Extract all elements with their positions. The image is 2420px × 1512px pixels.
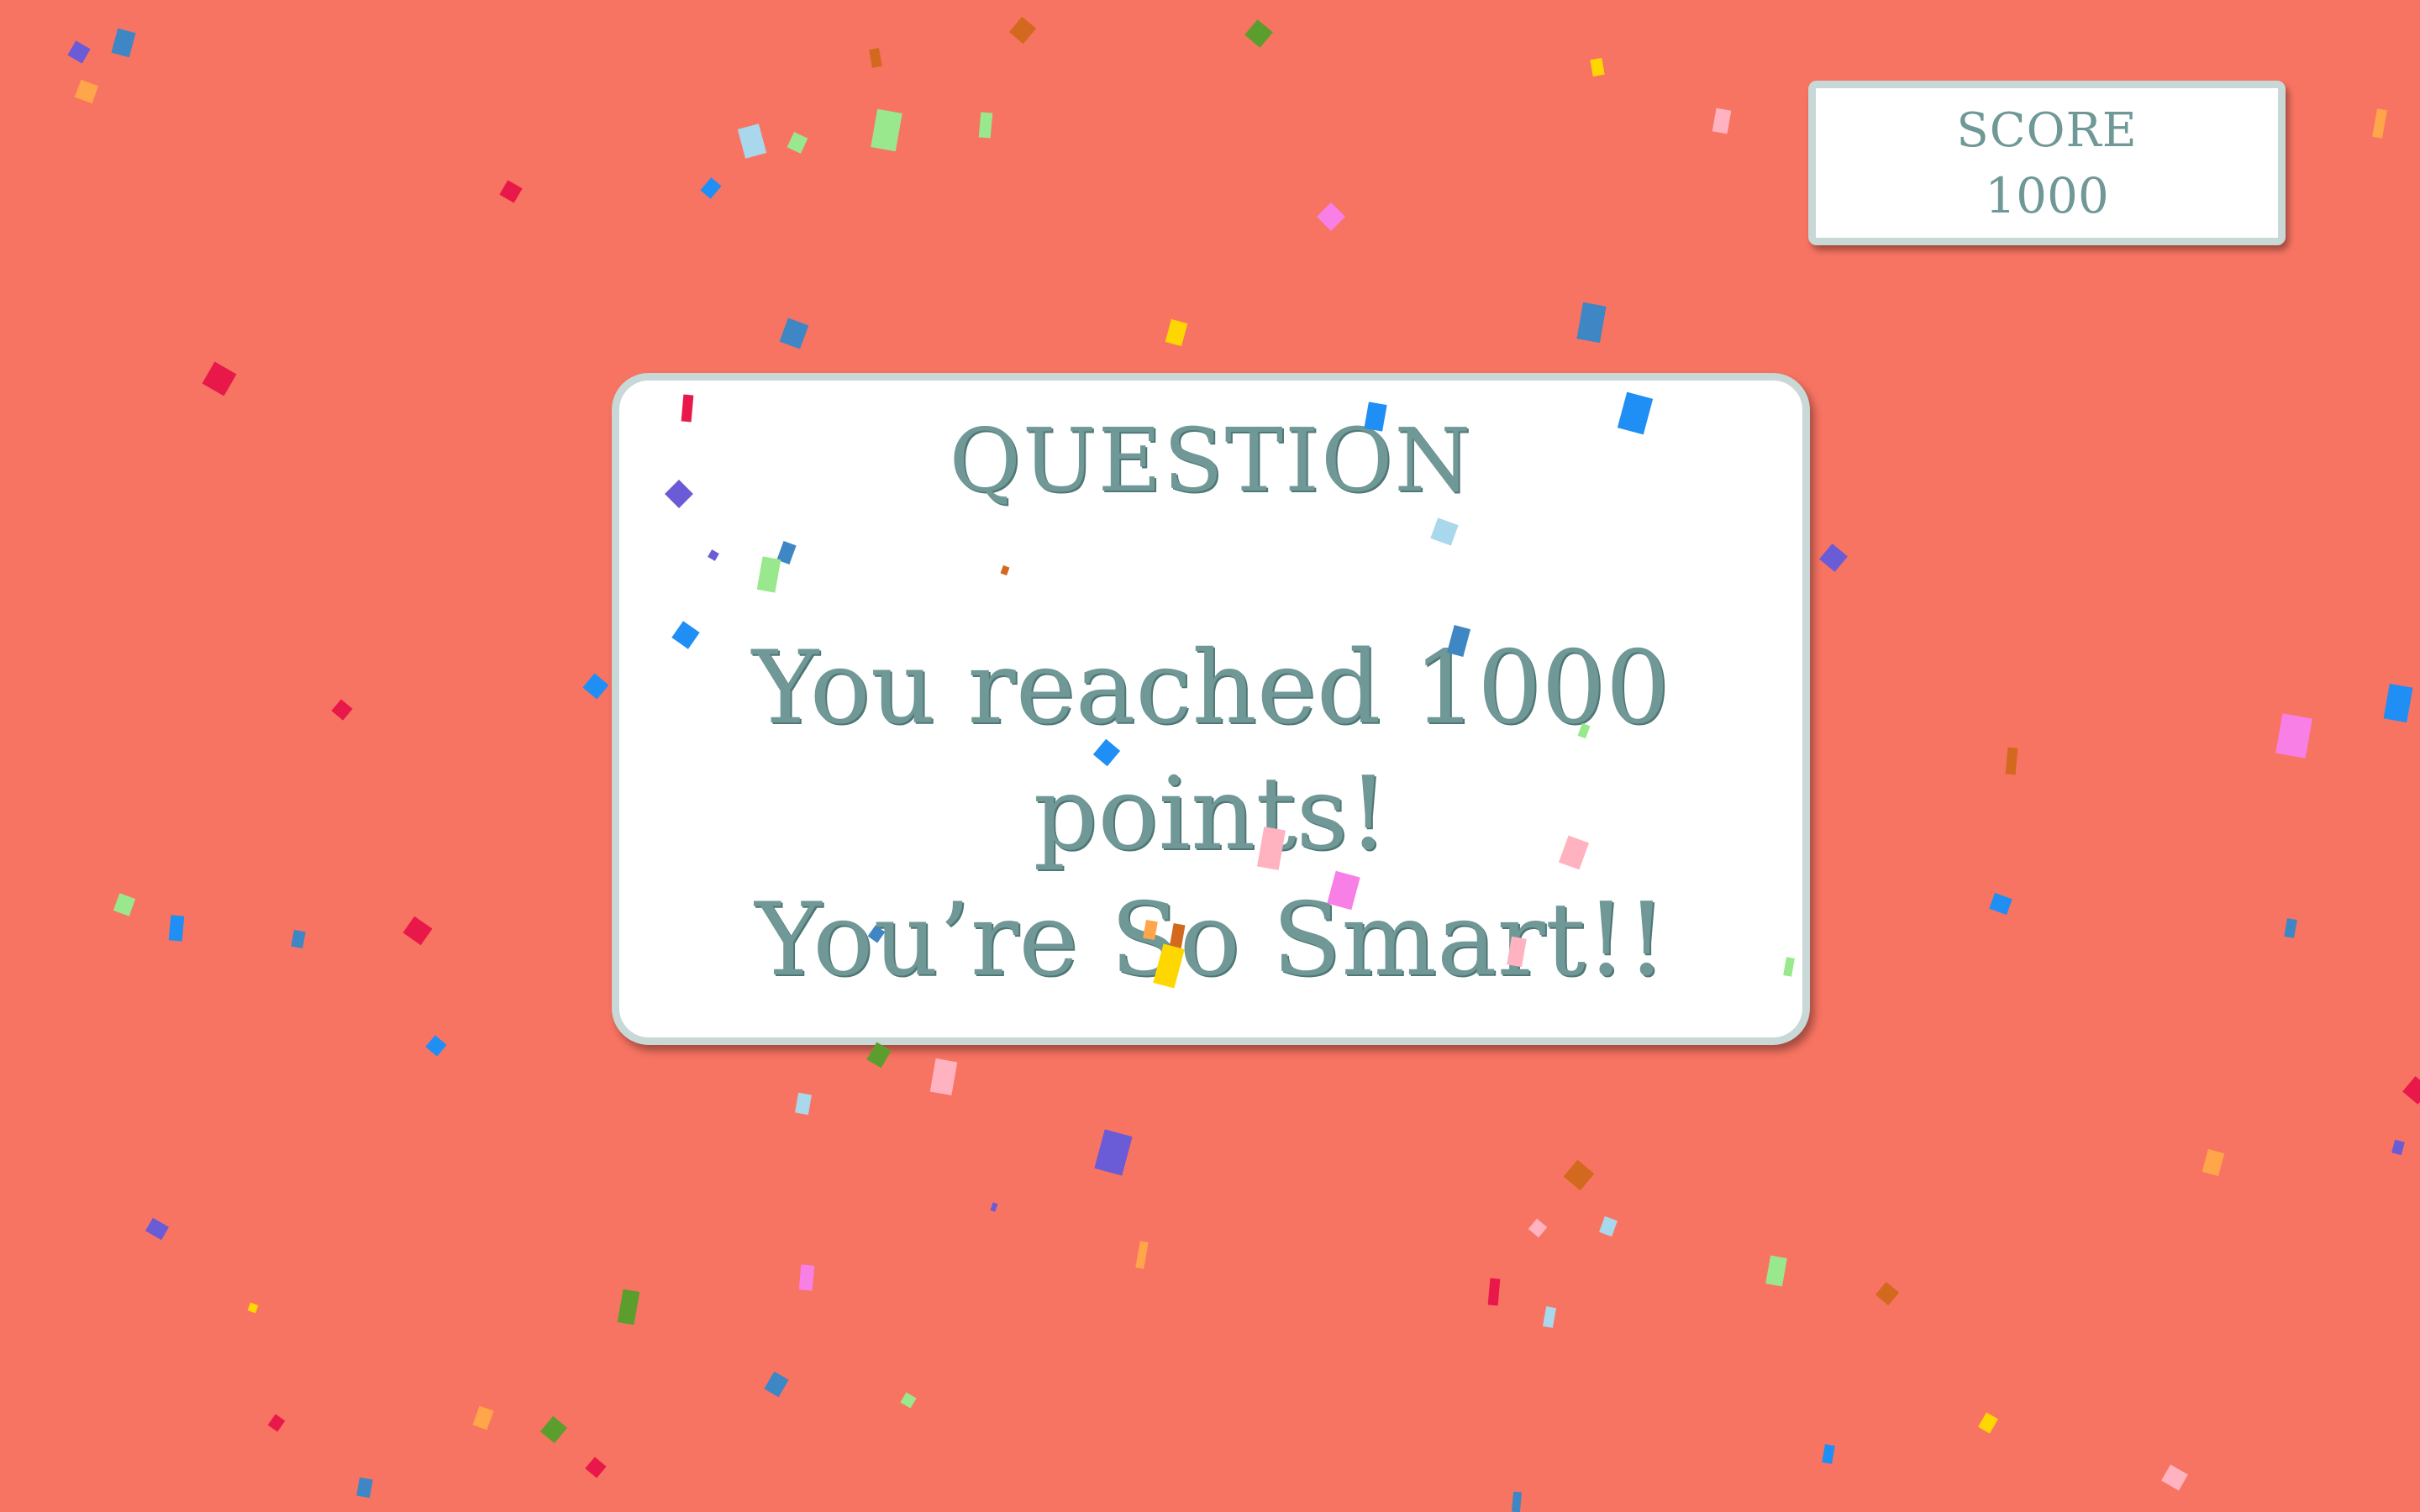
confetti-piece [425, 1035, 447, 1057]
question-message-line-1: You reached 1000 points! [751, 630, 1670, 873]
confetti-piece [798, 1264, 815, 1291]
confetti-piece [900, 1392, 917, 1409]
confetti-piece [113, 893, 136, 916]
confetti-piece [168, 915, 185, 942]
confetti-piece [869, 48, 882, 68]
confetti-piece [356, 1477, 373, 1499]
confetti-piece [539, 1415, 568, 1444]
confetti-piece [1094, 1129, 1133, 1176]
confetti-piece [1165, 318, 1188, 347]
confetti-piece [2161, 1464, 2188, 1491]
confetti-piece [1543, 1306, 1556, 1328]
confetti-piece [74, 79, 99, 104]
confetti-piece [700, 177, 722, 199]
confetti-piece [247, 1302, 259, 1314]
confetti-piece [2275, 713, 2312, 759]
confetti-piece [2202, 1148, 2225, 1177]
question-card: QUESTION You reached 1000 points! You’re… [612, 373, 1810, 1045]
confetti-piece [1008, 16, 1037, 45]
confetti-piece [978, 112, 993, 139]
confetti-piece [145, 1217, 170, 1241]
confetti-piece [1590, 57, 1605, 77]
confetti-piece [795, 1092, 812, 1116]
confetti-piece [990, 1202, 998, 1212]
confetti-piece [737, 123, 767, 159]
confetti-piece [202, 361, 237, 396]
question-message-line-2: You’re So Smart!! [755, 882, 1667, 999]
confetti-piece [1822, 1444, 1835, 1464]
confetti-piece [786, 132, 808, 154]
confetti-piece [1765, 1255, 1787, 1287]
question-title: QUESTION [949, 409, 1473, 512]
confetti-piece [2005, 747, 2018, 775]
confetti-piece [617, 1289, 640, 1326]
confetti-piece [1135, 1241, 1149, 1269]
confetti-piece [111, 28, 136, 58]
confetti-piece [866, 1042, 892, 1068]
confetti-piece [1487, 1278, 1501, 1306]
confetti-piece [585, 1457, 607, 1478]
confetti-piece [1317, 202, 1345, 231]
confetti-piece [1978, 1412, 1998, 1434]
confetti-piece [764, 1371, 789, 1398]
confetti-piece [2391, 1139, 2405, 1156]
confetti-piece [267, 1414, 286, 1432]
confetti-piece [1511, 1491, 1523, 1512]
confetti-piece [2402, 1076, 2420, 1105]
confetti-piece [2372, 108, 2387, 139]
score-value: 1000 [1985, 167, 2109, 224]
confetti-piece [2383, 683, 2413, 723]
confetti-piece [871, 108, 902, 152]
confetti-piece [1599, 1215, 1618, 1237]
confetti-piece [499, 180, 523, 203]
confetti-piece [472, 1405, 494, 1431]
confetti-piece [582, 673, 609, 700]
confetti-piece [1528, 1218, 1548, 1238]
confetti-piece [929, 1058, 958, 1095]
confetti-piece [2284, 918, 2297, 938]
score-panel: SCORE 1000 [1808, 81, 2286, 245]
confetti-piece [1819, 543, 1848, 572]
confetti-piece [402, 916, 433, 946]
confetti-piece [1563, 1159, 1595, 1191]
confetti-piece [291, 929, 306, 949]
score-label: SCORE [1956, 103, 2138, 158]
confetti-piece [779, 318, 809, 349]
confetti-piece [67, 40, 91, 64]
question-message: You reached 1000 points! You’re So Smart… [619, 626, 1802, 1004]
confetti-piece [1875, 1281, 1900, 1306]
confetti-piece [1244, 19, 1273, 48]
confetti-piece [1576, 302, 1607, 344]
confetti-piece [1712, 108, 1732, 134]
confetti-piece [331, 699, 353, 721]
confetti-piece [1989, 892, 2012, 916]
